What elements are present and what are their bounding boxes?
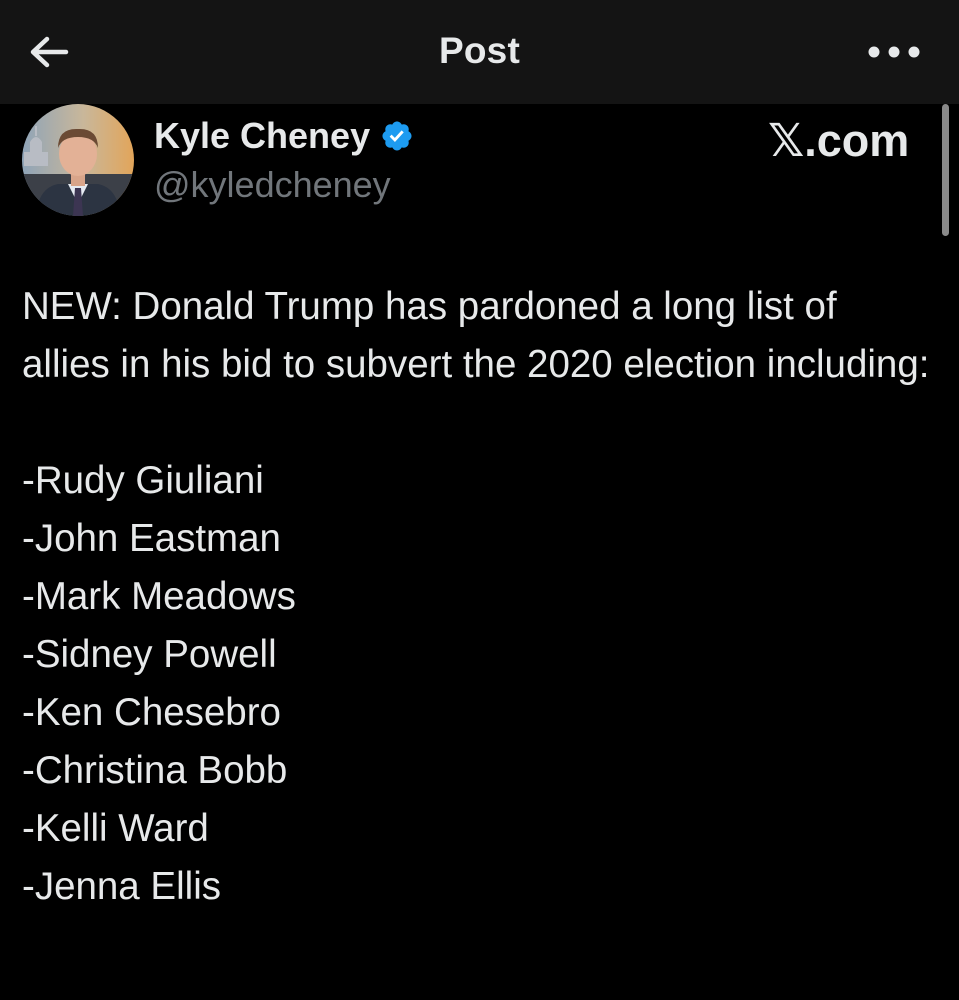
verified-badge-icon [382, 121, 412, 151]
page-title: Post [439, 30, 520, 71]
author-name[interactable]: Kyle Cheney [154, 115, 370, 157]
top-bar: Post [0, 0, 959, 104]
list-item: -Rudy Giuliani [22, 459, 264, 502]
scrollbar[interactable] [942, 104, 949, 236]
profile-photo [22, 104, 134, 216]
avatar[interactable] [22, 104, 134, 216]
more-options-button[interactable] [866, 34, 922, 70]
list-item: -Kelli Ward [22, 807, 209, 850]
author-name-row[interactable]: Kyle Cheney [154, 112, 414, 160]
list-item: -Christina Bobb [22, 749, 288, 792]
list-item: -Mark Meadows [22, 575, 296, 618]
list-item: -Sidney Powell [22, 633, 277, 676]
x-watermark: 𝕏.com [768, 115, 910, 166]
pardon-list: -Rudy Giuliani -John Eastman -Mark Meado… [22, 452, 934, 916]
list-item: -Jenna Ellis [22, 865, 222, 908]
author-handle[interactable]: @kyledcheney [154, 164, 391, 206]
list-item: -John Eastman [22, 517, 281, 560]
post-body: NEW: Donald Trump has pardoned a long li… [22, 278, 934, 916]
more-horizontal-icon [868, 46, 920, 58]
list-item: -Ken Chesebro [22, 691, 281, 734]
post-intro-text: NEW: Donald Trump has pardoned a long li… [22, 285, 930, 386]
